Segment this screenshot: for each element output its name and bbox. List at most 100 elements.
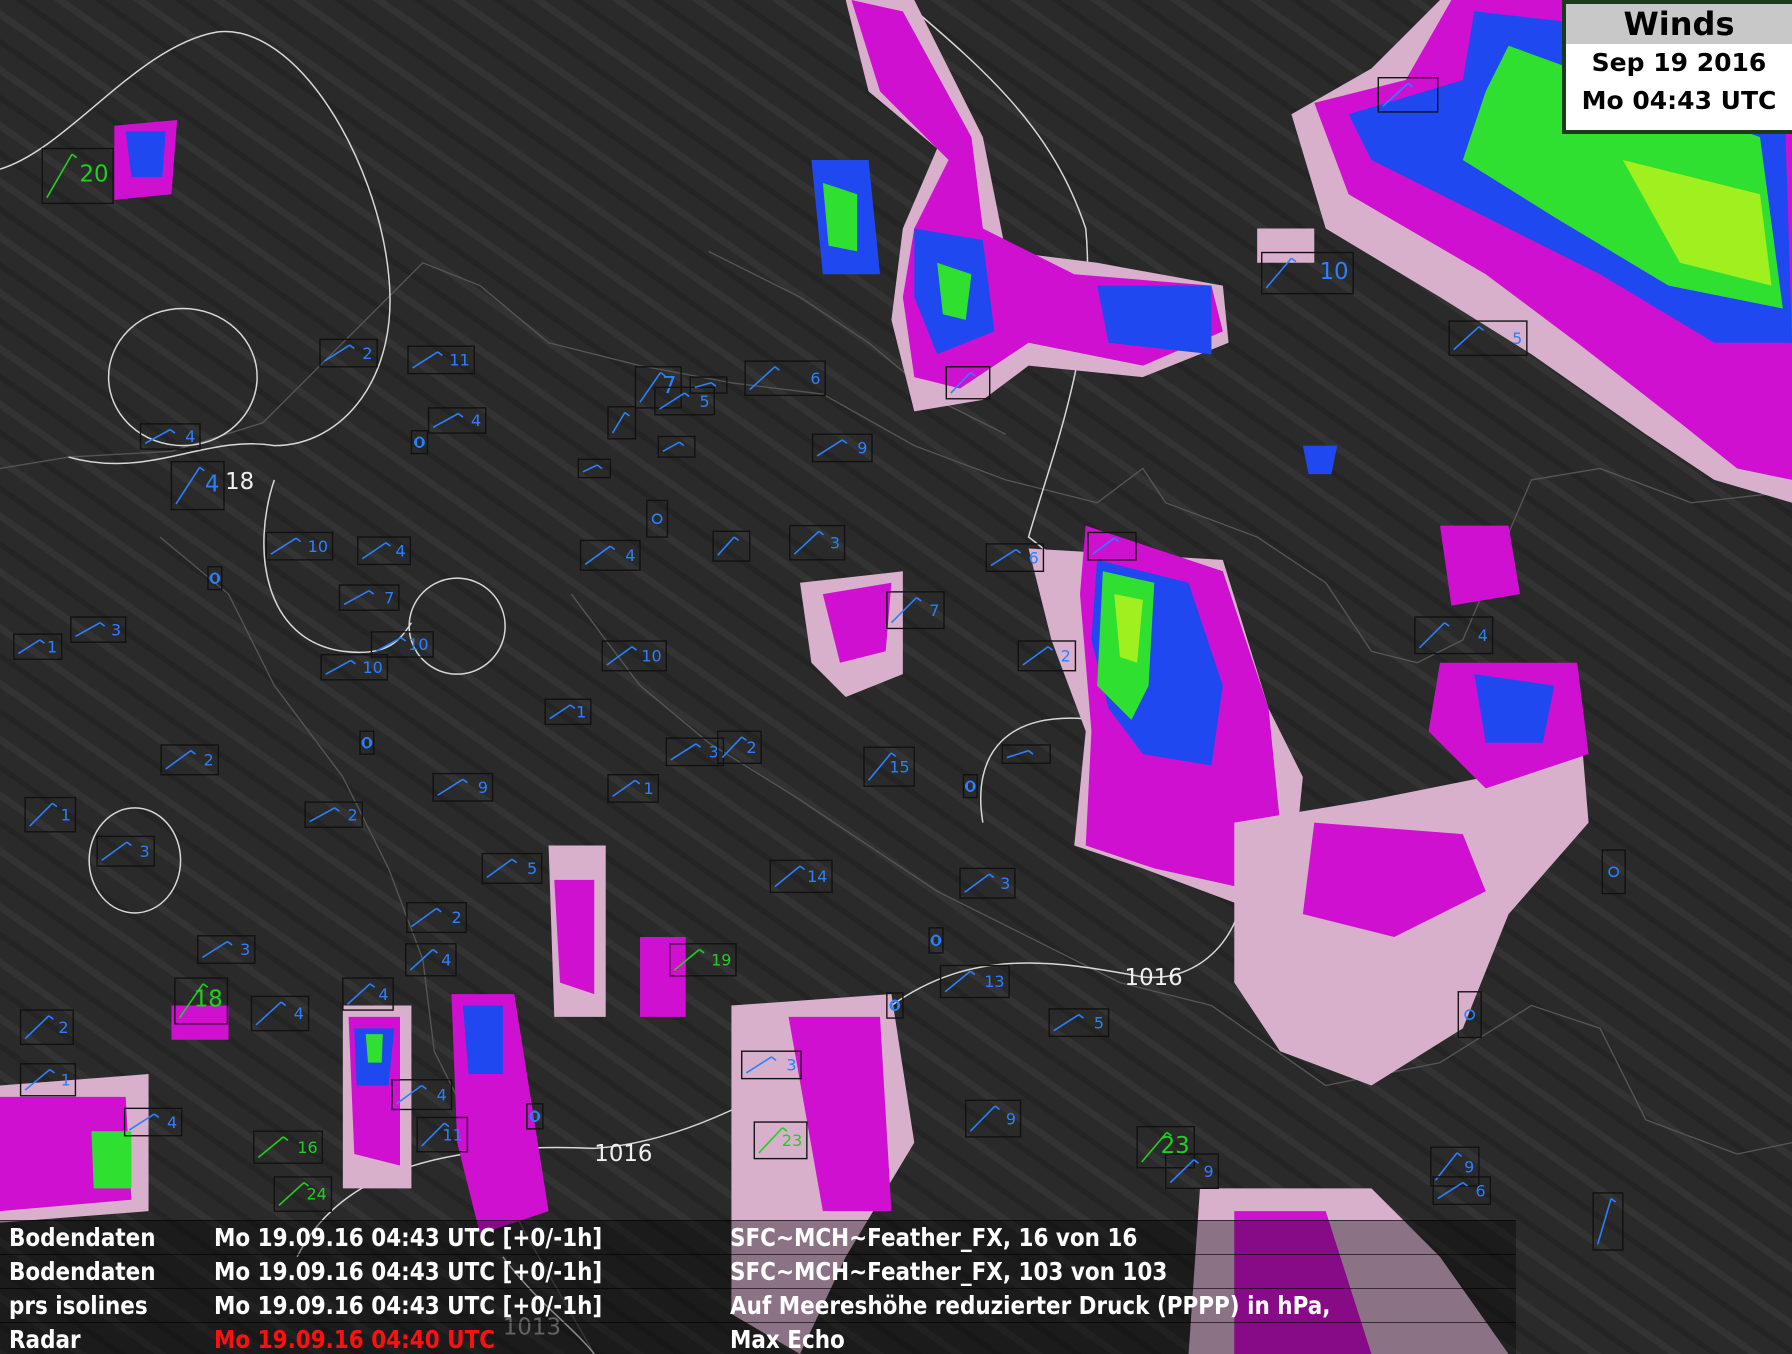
wind-speed-label: 4 (294, 1004, 304, 1023)
wind-speed-label: 3 (830, 533, 840, 552)
radar-echo (125, 131, 166, 178)
wind-speed-label: 0 (890, 996, 900, 1015)
legend-time: Mo 19.09.16 04:43 UTC [+0/-1h] (214, 1223, 603, 1252)
wind-speed-label: 4 (185, 427, 195, 446)
wind-speed-label: 1 (644, 779, 654, 798)
wind-speed-label: 2 (58, 1018, 68, 1037)
isoline-label: 1016 (594, 1141, 652, 1167)
wind-station[interactable]: 0 (207, 566, 223, 591)
wind-speed-label: 6 (1029, 548, 1039, 567)
wind-speed-label: 1 (47, 637, 57, 656)
legend-time: Mo 19.09.16 04:43 UTC [+0/-1h] (214, 1291, 603, 1320)
wind-speed-label: 14 (807, 867, 827, 886)
wind-speed-label: 5 (527, 859, 537, 878)
radar-echo (365, 1034, 383, 1063)
wind-speed-label: 6 (810, 369, 820, 388)
wind-speed-label: 4 (205, 471, 220, 497)
layer-title: Winds (1566, 4, 1792, 44)
wind-speed-label: 5 (1094, 1013, 1104, 1032)
wind-speed-label: 3 (140, 842, 150, 861)
wind-speed-label: 4 (437, 1085, 447, 1104)
wind-speed-label: 23 (782, 1131, 802, 1150)
wind-speed-label: 0 (931, 931, 941, 950)
radar-echo (1474, 674, 1555, 743)
radar-echo (91, 1131, 132, 1189)
radar-echo (1257, 228, 1315, 263)
wind-speed-label: 20 (79, 162, 108, 188)
wind-speed-label: 10 (363, 658, 383, 677)
radar-echo (1302, 445, 1338, 475)
wind-speed-label: 0 (965, 777, 975, 796)
wind-speed-label: 9 (478, 778, 488, 797)
isoline-label: 1016 (1125, 965, 1183, 991)
wind-speed-label: 4 (1478, 626, 1488, 645)
legend-description: SFC~MCH~Feather_FX, 16 von 16 (730, 1223, 1138, 1252)
wind-speed-label: 7 (662, 373, 677, 399)
wind-station[interactable]: 0 (359, 730, 375, 755)
wind-speed-label: 0 (210, 569, 220, 588)
radar-echo (554, 879, 595, 995)
wind-speed-label: 3 (786, 1056, 796, 1075)
legend-description: Max Echo (730, 1325, 845, 1354)
wind-station[interactable]: 0 (962, 774, 978, 799)
wind-speed-label: 3 (1000, 874, 1010, 893)
wind-speed-label: 6 (1476, 1181, 1486, 1200)
wind-speed-label: 2 (348, 805, 358, 824)
legend-time: Mo 19.09.16 04:43 UTC [+0/-1h] (214, 1257, 603, 1286)
legend-row[interactable]: Radar Mo 19.09.16 04:40 UTC Max Echo (0, 1322, 1516, 1354)
map-canvas[interactable]: 202 11404410 470101013201 29352341844214162… (0, 0, 1792, 1354)
radar-echo (640, 936, 686, 1017)
legend-layer: Bodendaten (9, 1257, 156, 1286)
wind-speed-label: 11 (449, 351, 469, 370)
wind-speed-label: 10 (408, 635, 428, 654)
legend-row[interactable]: Bodendaten Mo 19.09.16 04:43 UTC [+0/-1h… (0, 1254, 1516, 1289)
wind-speed-label: 9 (1464, 1157, 1474, 1176)
wind-speed-label: 4 (378, 985, 388, 1004)
radar-echo (462, 1005, 503, 1075)
wind-speed-label: 5 (1512, 329, 1522, 348)
wind-speed-label: 11 (443, 1125, 463, 1144)
legend-row[interactable]: Bodendaten Mo 19.09.16 04:43 UTC [+0/-1h… (0, 1220, 1516, 1255)
legend-time: Mo 19.09.16 04:40 UTC (214, 1325, 496, 1354)
layer-legend: Bodendaten Mo 19.09.16 04:43 UTC [+0/-1h… (0, 1220, 1516, 1354)
legend-description: SFC~MCH~Feather_FX, 103 von 103 (730, 1257, 1168, 1286)
wind-speed-label: 4 (625, 546, 635, 565)
wind-speed-label: 2 (204, 751, 214, 770)
wind-speed-label: 23 (1161, 1133, 1190, 1159)
wind-speed-label: 4 (471, 411, 481, 430)
wind-speed-label: 0 (362, 733, 372, 752)
wind-speed-label: 5 (700, 392, 710, 411)
weather-map-view: 20 2 11 4 0 4 4 10 4 7 0 10 10 1 3 2 0 1 2 9 3 5 2 3 4 18 4 4 2 1 4 16 2… (0, 0, 1792, 1354)
wind-speed-label: 2 (1061, 647, 1071, 666)
wind-speed-label: 24 (307, 1185, 327, 1204)
legend-layer: Bodendaten (9, 1223, 156, 1252)
date-label: Sep 19 2016 (1591, 48, 1767, 77)
radar-echo (1440, 525, 1520, 606)
wind-speed-label: 18 (194, 987, 223, 1013)
wind-speed-label: 1 (576, 703, 586, 722)
wind-speed-label: 16 (297, 1138, 317, 1157)
wind-speed-label: 7 (929, 601, 939, 620)
wind-speed-label: 1 (61, 805, 71, 824)
wind-speed-label: 3 (240, 940, 250, 959)
wind-speed-label: 2 (452, 908, 462, 927)
legend-layer: prs isolines (9, 1291, 148, 1320)
wind-speed-label: 1 (61, 1070, 71, 1089)
wind-speed-label: 2 (746, 738, 756, 757)
legend-layer: Radar (9, 1325, 81, 1354)
isoline-label: 18 (225, 469, 254, 495)
wind-station[interactable]: 0 (928, 927, 944, 954)
wind-speed-label: 7 (384, 588, 394, 607)
wind-speed-label: 3 (111, 620, 121, 639)
wind-speed-label: 4 (441, 951, 451, 970)
wind-speed-label: 10 (1319, 259, 1348, 285)
time-label: Mo 04:43 UTC (1581, 86, 1777, 115)
legend-description: Auf Meereshöhe reduzierter Druck (PPPP) … (730, 1291, 1331, 1320)
wind-speed-label: 4 (396, 541, 406, 560)
wind-speed-label: 19 (711, 951, 731, 970)
wind-speed-label: 10 (308, 537, 328, 556)
legend-row[interactable]: prs isolines Mo 19.09.16 04:43 UTC [+0/-… (0, 1288, 1516, 1323)
wind-speed-label: 0 (530, 1107, 540, 1126)
wind-speed-label: 2 (362, 344, 372, 363)
title-box: Winds Sep 19 2016 Mo 04:43 UTC (1562, 0, 1792, 134)
